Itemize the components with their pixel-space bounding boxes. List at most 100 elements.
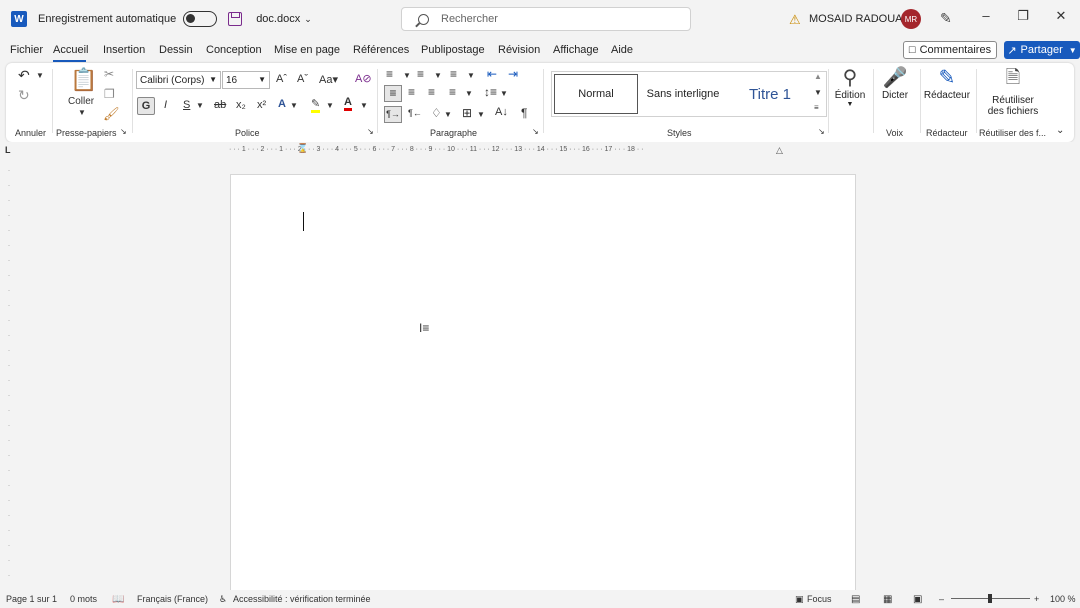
word-count[interactable]: 0 mots	[70, 594, 97, 604]
tab-revision[interactable]: Révision	[498, 44, 540, 56]
page-count[interactable]: Page 1 sur 1	[6, 594, 57, 604]
editing-button[interactable]: ⚲ Édition ▼	[832, 65, 868, 108]
cut-icon[interactable]: ✂	[104, 67, 114, 81]
tab-affichage[interactable]: Affichage	[553, 44, 599, 56]
chevron-down-icon[interactable]: ▼	[434, 71, 442, 80]
change-case-icon[interactable]: Aa▾	[319, 73, 338, 86]
tab-aide[interactable]: Aide	[611, 44, 633, 56]
chevron-down-icon[interactable]: ▼	[196, 101, 204, 110]
style-no-spacing[interactable]: Sans interligne	[640, 74, 726, 114]
autosave-toggle[interactable]	[183, 11, 218, 27]
chevron-down-icon[interactable]: ▼	[1069, 46, 1077, 55]
format-painter-icon[interactable]: 🖌	[103, 106, 120, 122]
language[interactable]: Français (France)	[137, 594, 208, 604]
ltr-icon[interactable]: ¶→	[384, 106, 402, 123]
numbering-icon[interactable]: ≡	[417, 67, 424, 81]
italic-button[interactable]: I	[164, 99, 167, 111]
font-size-combo[interactable]: 16 ▼	[222, 71, 270, 89]
superscript-icon[interactable]: x²	[257, 99, 266, 111]
tab-dessin[interactable]: Dessin	[159, 44, 193, 56]
print-layout-icon[interactable]: ▦	[883, 594, 892, 605]
dialog-launcher-icon[interactable]: ↘	[532, 127, 539, 136]
line-spacing-icon[interactable]: ↕≡	[484, 85, 497, 99]
align-right-icon[interactable]: ≡	[428, 85, 435, 99]
clipboard-icon[interactable]: 📋	[70, 67, 97, 93]
right-indent-marker-icon[interactable]: △	[776, 145, 783, 156]
underline-button[interactable]: S	[183, 99, 190, 111]
user-name[interactable]: MOSAID RADOUAN	[809, 13, 910, 25]
undo-icon[interactable]: ↶	[18, 67, 30, 84]
shading-icon[interactable]: ♢	[431, 106, 442, 120]
minimize-icon[interactable]: –	[976, 8, 996, 23]
dialog-launcher-icon[interactable]: ↘	[818, 127, 825, 136]
tab-publipostage[interactable]: Publipostage	[421, 44, 485, 56]
align-center-icon[interactable]: ≡	[408, 85, 415, 99]
align-left-icon[interactable]: ≡	[384, 85, 402, 102]
copy-icon[interactable]: ❐	[104, 87, 115, 101]
web-layout-icon[interactable]: ▣	[913, 594, 922, 605]
style-heading-1[interactable]: Titre 1	[728, 74, 812, 114]
chevron-down-icon[interactable]: ▼	[477, 110, 485, 119]
font-name-combo[interactable]: Calibri (Corps) ▼	[136, 71, 221, 89]
chevron-down-icon[interactable]: ▼	[78, 108, 86, 117]
paste-label[interactable]: Coller	[68, 96, 94, 107]
subscript-icon[interactable]: x₂	[236, 99, 246, 111]
search-box[interactable]: Rechercher	[401, 7, 691, 31]
save-icon[interactable]	[228, 12, 243, 26]
shrink-font-icon[interactable]: Aˇ	[297, 73, 308, 85]
avatar[interactable]: MR	[901, 9, 921, 29]
tab-mise-en-page[interactable]: Mise en page	[274, 44, 340, 56]
vertical-ruler[interactable]	[0, 160, 18, 590]
close-icon[interactable]: ✕	[1051, 8, 1071, 24]
pen-icon[interactable]: ✎	[940, 10, 952, 27]
multilevel-list-icon[interactable]: ≡	[450, 67, 457, 81]
chevron-down-icon[interactable]: ▼	[326, 101, 334, 110]
dialog-launcher-icon[interactable]: ↘	[367, 127, 374, 136]
strikethrough-icon[interactable]: ab	[214, 99, 226, 111]
rtl-icon[interactable]: ¶←	[408, 108, 422, 118]
pilcrow-icon[interactable]: ¶	[521, 106, 527, 120]
chevron-down-icon[interactable]: ▼	[290, 101, 298, 110]
zoom-out-icon[interactable]: –	[939, 594, 944, 604]
chevron-down-icon[interactable]: ▼	[36, 71, 44, 80]
chevron-down-icon[interactable]: ▼	[465, 89, 473, 98]
borders-icon[interactable]: ⊞	[462, 106, 472, 120]
chevron-down-icon[interactable]: ▼	[467, 71, 475, 80]
decrease-indent-icon[interactable]: ⇤	[487, 67, 497, 81]
tab-fichier[interactable]: Fichier	[10, 44, 43, 56]
editor-button[interactable]: ✎ Rédacteur	[922, 65, 972, 101]
tab-conception[interactable]: Conception	[206, 44, 262, 56]
proofing-icon[interactable]: 📖	[112, 594, 124, 605]
tab-stop-selector-icon[interactable]: L	[5, 145, 11, 155]
highlight-icon[interactable]: ✎	[311, 97, 321, 113]
accessibility-status[interactable]: Accessibilité : vérification terminée	[233, 594, 371, 604]
increase-indent-icon[interactable]: ⇥	[508, 67, 518, 81]
dialog-launcher-icon[interactable]: ↘	[120, 127, 127, 136]
redo-icon[interactable]: ↻	[18, 87, 30, 104]
tab-accueil[interactable]: Accueil	[53, 44, 88, 56]
indent-marker-icon[interactable]: ⌛	[297, 143, 308, 154]
style-normal[interactable]: Normal	[554, 74, 638, 114]
dictate-button[interactable]: 🎤 Dicter	[876, 65, 914, 101]
document-name[interactable]: doc.docx	[256, 13, 300, 25]
read-mode-icon[interactable]: ▤	[851, 594, 860, 605]
text-effects-icon[interactable]: A	[278, 98, 286, 110]
more-styles-icon[interactable]: ≡	[814, 103, 819, 112]
bullets-icon[interactable]: ≡	[386, 67, 393, 81]
chevron-down-icon[interactable]: ⌄	[304, 14, 312, 25]
justify-icon[interactable]: ≡	[449, 85, 456, 99]
zoom-in-icon[interactable]: +	[1034, 594, 1039, 604]
sort-icon[interactable]: A↓	[495, 106, 508, 118]
share-button[interactable]: ↗ Partager ▼	[1004, 41, 1080, 59]
comments-button[interactable]: □ Commentaires	[903, 41, 997, 59]
zoom-slider-thumb[interactable]	[988, 594, 992, 603]
focus-button[interactable]: Focus	[807, 594, 832, 604]
clear-formatting-icon[interactable]: A⊘	[355, 72, 372, 85]
bold-button[interactable]: G	[137, 97, 155, 115]
zoom-level[interactable]: 100 %	[1050, 594, 1076, 604]
document-page[interactable]	[230, 174, 856, 594]
reuse-files-button[interactable]: 🗎 Réutiliser des fichiers	[981, 65, 1045, 117]
collapse-ribbon-icon[interactable]: ⌄	[1056, 125, 1064, 136]
tab-references[interactable]: Références	[353, 44, 409, 56]
chevron-down-icon[interactable]: ▼	[360, 101, 368, 110]
